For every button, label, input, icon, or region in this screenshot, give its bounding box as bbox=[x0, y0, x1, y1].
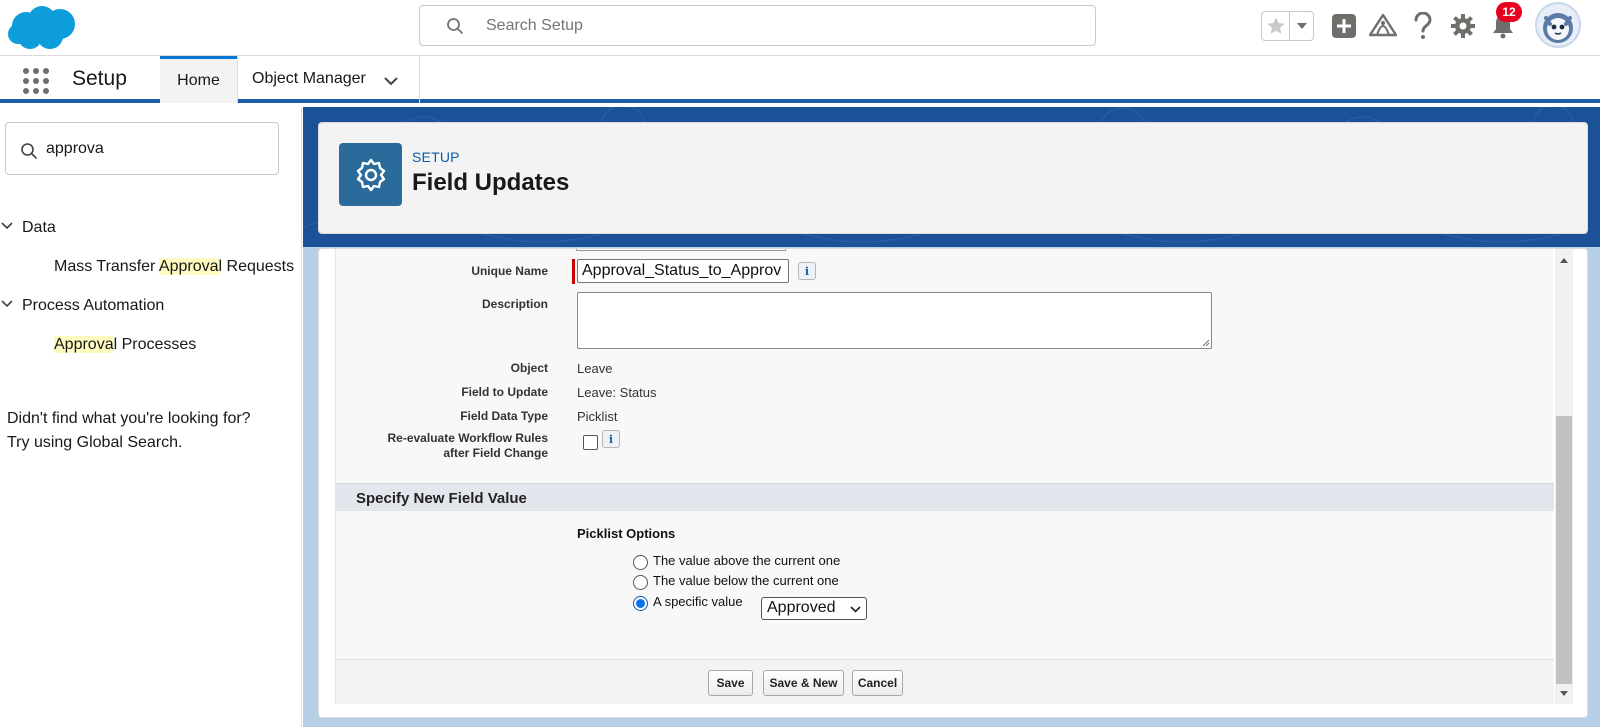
user-avatar[interactable] bbox=[1535, 2, 1581, 48]
tab-home-label: Home bbox=[177, 72, 220, 89]
save-and-new-button[interactable]: Save & New bbox=[763, 670, 844, 696]
tab-object-manager[interactable]: Object Manager bbox=[237, 56, 420, 103]
resize-grip-icon[interactable] bbox=[1200, 337, 1210, 347]
object-label: Object bbox=[510, 361, 548, 375]
scroll-down-arrow-icon[interactable] bbox=[1558, 689, 1570, 699]
favorites-star-icon[interactable] bbox=[1262, 12, 1290, 40]
chevron-down-icon[interactable] bbox=[0, 219, 14, 233]
global-actions-plus-icon[interactable] bbox=[1329, 11, 1359, 41]
scroll-thumb[interactable] bbox=[1556, 416, 1572, 684]
reevaluate-workflow-label: Re-evaluate Workflow Rules after Field C… bbox=[348, 431, 549, 461]
salesforce-cloud-logo[interactable] bbox=[6, 4, 80, 52]
form-scrollbar[interactable] bbox=[1555, 249, 1573, 704]
chevron-down-icon[interactable] bbox=[0, 297, 14, 311]
radio-specific-value-label: A specific value bbox=[653, 594, 743, 609]
specific-value-select[interactable]: Approved bbox=[761, 597, 867, 620]
save-button[interactable]: Save bbox=[708, 670, 753, 696]
scroll-up-arrow-icon[interactable] bbox=[1558, 255, 1570, 265]
tree-link-mass-transfer-approval-requests[interactable]: Mass Transfer Approval Requests bbox=[54, 258, 294, 276]
setup-gear-icon[interactable] bbox=[1448, 11, 1478, 41]
object-value: Leave bbox=[577, 361, 613, 376]
tree-link-approval-processes[interactable]: Approval Processes bbox=[54, 336, 196, 354]
tree-link-text: Mass Transfer bbox=[54, 258, 159, 275]
tab-home[interactable]: Home bbox=[160, 56, 237, 103]
required-indicator bbox=[572, 259, 575, 284]
info-icon[interactable]: i bbox=[602, 430, 620, 448]
radio-value-above-label: The value above the current one bbox=[653, 553, 841, 568]
field-to-update-label: Field to Update bbox=[461, 385, 548, 399]
trailhead-icon[interactable] bbox=[1368, 11, 1398, 41]
context-bar: Setup Home Object Manager bbox=[0, 56, 1600, 103]
search-icon bbox=[447, 18, 463, 34]
chevron-down-icon[interactable] bbox=[383, 73, 399, 89]
chevron-down-icon bbox=[850, 606, 861, 613]
field-data-type-value: Picklist bbox=[577, 409, 618, 424]
not-found-hint: Didn't find what you're looking for? Try… bbox=[7, 407, 251, 455]
setup-gear-icon bbox=[339, 143, 402, 206]
radio-value-below-label: The value below the current one bbox=[653, 573, 839, 588]
page-title: Field Updates bbox=[412, 169, 570, 196]
section-header: Specify New Field Value bbox=[336, 483, 1554, 511]
favorites-group bbox=[1261, 11, 1314, 41]
reevaluate-workflow-checkbox[interactable] bbox=[583, 435, 598, 450]
form-button-row: Save Save & New Cancel bbox=[336, 659, 1554, 704]
tree-link-text: l Processes bbox=[113, 336, 197, 353]
search-highlight: Approva bbox=[158, 258, 219, 275]
global-header: Search Setup 12 bbox=[0, 0, 1600, 56]
page-eyebrow: SETUP bbox=[412, 149, 460, 165]
field-update-form: Unique Name Approval_Status_to_Approv i … bbox=[335, 249, 1554, 704]
favorites-dropdown-icon[interactable] bbox=[1290, 12, 1313, 40]
help-question-icon[interactable] bbox=[1408, 11, 1438, 41]
quick-find-input[interactable]: approva bbox=[5, 122, 279, 175]
reevaluate-label-line: Re-evaluate Workflow Rules bbox=[387, 431, 549, 445]
radio-specific-value[interactable] bbox=[633, 596, 648, 611]
tree-node-data[interactable]: Data bbox=[0, 219, 56, 237]
cancel-button[interactable]: Cancel bbox=[852, 670, 903, 696]
unique-name-input[interactable]: Approval_Status_to_Approv bbox=[577, 259, 789, 283]
search-highlight: Approva bbox=[54, 336, 114, 353]
section-title: Specify New Field Value bbox=[356, 490, 527, 507]
field-to-update-value: Leave: Status bbox=[577, 385, 657, 400]
global-search-hint: Try using Global Search. bbox=[7, 434, 183, 451]
description-label: Description bbox=[481, 297, 548, 311]
tree-link-text: l Requests bbox=[218, 258, 295, 275]
tree-node-label: Data bbox=[22, 219, 56, 236]
reevaluate-label-line: after Field Change bbox=[443, 446, 548, 460]
search-icon bbox=[21, 143, 37, 159]
description-textarea[interactable] bbox=[577, 292, 1212, 349]
app-name: Setup bbox=[72, 67, 127, 90]
name-input-partial[interactable] bbox=[576, 249, 786, 251]
radio-value-below[interactable] bbox=[633, 575, 648, 590]
picklist-options-label: Picklist Options bbox=[577, 526, 676, 541]
specific-value-selected: Approved bbox=[767, 599, 836, 616]
page-header: SETUP Field Updates bbox=[318, 122, 1588, 234]
not-found-line: Didn't find what you're looking for? bbox=[7, 410, 251, 427]
radio-value-above[interactable] bbox=[633, 555, 648, 570]
tree-node-label: Process Automation bbox=[22, 297, 165, 314]
quick-find-value: approva bbox=[46, 140, 104, 157]
field-data-type-label: Field Data Type bbox=[460, 409, 548, 423]
unique-name-label: Unique Name bbox=[471, 264, 548, 278]
notification-count-badge[interactable]: 12 bbox=[1496, 2, 1522, 22]
setup-tree-panel: approva Data Mass Transfer Approval Requ… bbox=[0, 107, 302, 727]
tree-node-process-automation[interactable]: Process Automation bbox=[0, 297, 164, 315]
app-launcher-icon[interactable] bbox=[22, 67, 50, 95]
search-placeholder: Search Setup bbox=[486, 17, 583, 34]
setup-search-box[interactable]: Search Setup bbox=[419, 5, 1096, 46]
tab-object-manager-label: Object Manager bbox=[252, 70, 366, 87]
info-icon[interactable]: i bbox=[798, 262, 816, 280]
field-update-form-card: Unique Name Approval_Status_to_Approv i … bbox=[318, 248, 1588, 718]
